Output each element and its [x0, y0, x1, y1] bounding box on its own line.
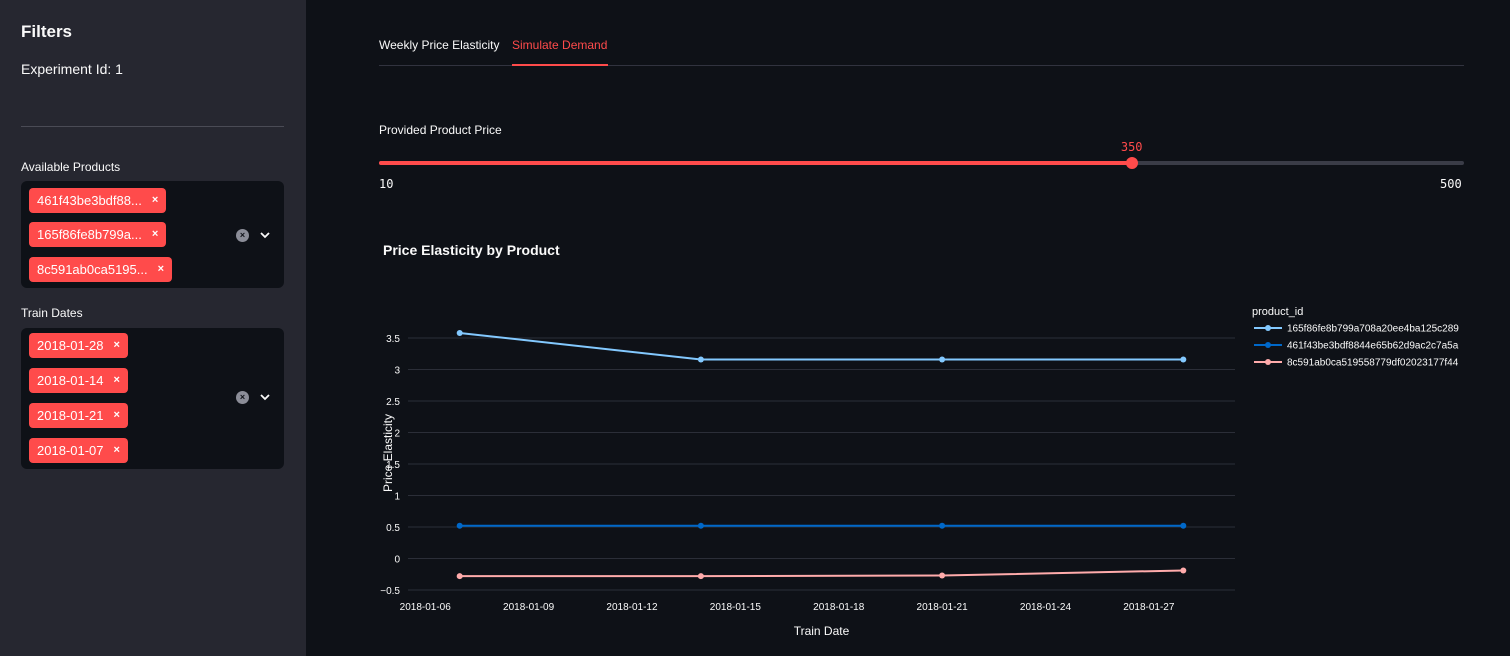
- data-point: [1180, 356, 1187, 363]
- experiment-id-text: Experiment Id: 1: [21, 61, 123, 77]
- tab-weekly-price-elasticity[interactable]: Weekly Price Elasticity: [379, 38, 499, 66]
- data-point: [697, 356, 704, 363]
- legend-title: product_id: [1252, 306, 1303, 318]
- legend-entry: 461f43be3bdf8844e65b62d9ac2c7a5a: [1287, 341, 1459, 352]
- date-tag-label: 2018-01-14: [37, 373, 104, 388]
- train-dates-label: Train Dates: [21, 306, 83, 320]
- remove-tag-icon[interactable]: ×: [158, 257, 164, 282]
- tab-simulate-demand[interactable]: Simulate Demand: [512, 38, 607, 66]
- chevron-down-icon[interactable]: [260, 230, 270, 240]
- data-point: [939, 522, 946, 529]
- y-tick-label: −0.5: [380, 586, 400, 597]
- data-point: [697, 573, 704, 580]
- legend-swatch-marker: [1265, 342, 1271, 348]
- data-point: [939, 356, 946, 363]
- y-tick-label: 0: [394, 555, 400, 566]
- price-slider-track[interactable]: [379, 157, 1464, 169]
- clear-all-icon[interactable]: ×: [236, 229, 249, 242]
- x-tick-label: 2018-01-15: [710, 602, 762, 613]
- y-axis-title: Price Elasticity: [381, 414, 395, 492]
- sidebar-divider: [21, 126, 284, 127]
- date-tag[interactable]: 2018-01-14 ×: [29, 368, 128, 393]
- x-axis-title: Train Date: [794, 624, 850, 638]
- price-slider-max: 500: [1440, 177, 1462, 191]
- legend-entry: 165f86fe8b799a708a20ee4ba125c289: [1287, 324, 1459, 335]
- remove-tag-icon[interactable]: ×: [152, 222, 158, 247]
- x-tick-label: 2018-01-18: [813, 602, 865, 613]
- y-tick-label: 2: [394, 429, 400, 440]
- price-slider-value: 350: [1120, 140, 1143, 154]
- price-slider-label: Provided Product Price: [379, 123, 502, 137]
- y-tick-label: 3.5: [386, 334, 400, 345]
- train-dates-multiselect[interactable]: 2018-01-28 × 2018-01-14 × 2018-01-21 × 2018…: [21, 328, 284, 469]
- legend-entry: 8c591ab0ca519558779df02023177f44: [1287, 358, 1459, 369]
- products-label: Available Products: [21, 160, 121, 174]
- product-tag[interactable]: 8c591ab0ca5195... ×: [29, 257, 173, 282]
- product-tag-label: 165f86fe8b799a...: [37, 227, 142, 242]
- date-tag-label: 2018-01-21: [37, 408, 104, 423]
- sidebar: Filters Experiment Id: 1 Available Produ…: [0, 0, 306, 656]
- products-multiselect[interactable]: 461f43be3bdf88... × 165f86fe8b799a... × 8c…: [21, 181, 284, 288]
- x-tick-label: 2018-01-24: [1020, 602, 1072, 613]
- x-tick-label: 2018-01-21: [917, 602, 969, 613]
- product-tag[interactable]: 461f43be3bdf88... ×: [29, 188, 167, 213]
- x-tick-label: 2018-01-09: [503, 602, 555, 613]
- data-point: [1180, 522, 1187, 529]
- elasticity-chart: −0.500.511.522.533.52018-01-06 2018-01-09…: [380, 306, 1459, 638]
- price-slider-fill: [379, 161, 1132, 165]
- remove-tag-icon[interactable]: ×: [114, 368, 120, 393]
- clear-all-icon[interactable]: ×: [236, 391, 249, 404]
- data-point: [456, 573, 463, 580]
- date-tag[interactable]: 2018-01-28 ×: [29, 333, 128, 358]
- sidebar-title: Filters: [21, 22, 73, 41]
- data-point: [1180, 567, 1187, 574]
- date-tag[interactable]: 2018-01-21 ×: [29, 403, 128, 428]
- series-line: [459, 569, 1184, 578]
- main-content: Weekly Price Elasticity Simulate Demand …: [306, 0, 1510, 656]
- price-slider-min: 10: [379, 177, 394, 191]
- data-point: [456, 330, 463, 337]
- y-tick-label: 1: [394, 492, 400, 503]
- date-tag-label: 2018-01-28: [37, 338, 104, 353]
- series-line: [459, 332, 1184, 361]
- product-tag[interactable]: 165f86fe8b799a... ×: [29, 222, 167, 247]
- date-tag[interactable]: 2018-01-07 ×: [29, 438, 128, 463]
- legend-swatch-marker: [1265, 359, 1271, 365]
- x-tick-label: 2018-01-06: [400, 602, 452, 613]
- data-point: [697, 522, 704, 529]
- y-tick-label: 3: [394, 366, 400, 377]
- remove-tag-icon[interactable]: ×: [152, 188, 158, 213]
- data-point: [939, 572, 946, 579]
- x-tick-label: 2018-01-27: [1123, 602, 1175, 613]
- y-tick-label: 2.5: [386, 397, 400, 408]
- date-tag-label: 2018-01-07: [37, 443, 104, 458]
- remove-tag-icon[interactable]: ×: [114, 403, 120, 428]
- data-point: [456, 522, 463, 529]
- remove-tag-icon[interactable]: ×: [114, 333, 120, 358]
- x-tick-label: 2018-01-12: [606, 602, 658, 613]
- product-tag-label: 461f43be3bdf88...: [37, 193, 142, 208]
- product-tag-label: 8c591ab0ca5195...: [37, 262, 148, 277]
- legend-swatch-marker: [1265, 325, 1271, 331]
- chevron-down-icon[interactable]: [260, 392, 270, 402]
- y-tick-label: 0.5: [386, 523, 400, 534]
- price-slider-thumb[interactable]: [1125, 157, 1138, 169]
- tab-active-indicator: [512, 64, 608, 66]
- remove-tag-icon[interactable]: ×: [114, 438, 120, 463]
- chart-title: Price Elasticity by Product: [383, 242, 560, 258]
